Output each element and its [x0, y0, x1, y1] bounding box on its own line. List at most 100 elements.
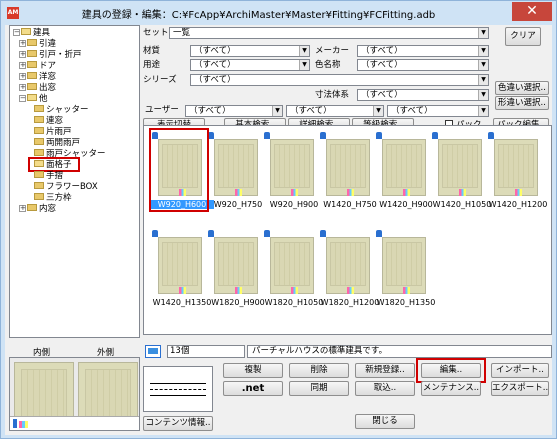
- item-thumbnail: [214, 237, 258, 294]
- folder-icon: [27, 39, 37, 46]
- import-button[interactable]: インポート..: [491, 363, 549, 378]
- preview-footer: [10, 416, 139, 430]
- tree-node[interactable]: + ドア: [19, 61, 56, 72]
- close-window-button[interactable]: ✕: [512, 2, 552, 21]
- new-register-button[interactable]: 新規登録..: [355, 363, 415, 378]
- user-combo-1[interactable]: （すべて） ▼: [185, 105, 283, 117]
- item-thumbnail: [382, 237, 426, 294]
- pin-icon: [488, 132, 494, 139]
- tree-node[interactable]: + 洋窓: [19, 72, 56, 83]
- copy-button[interactable]: 複製: [223, 363, 283, 378]
- tree-node[interactable]: 両開雨戸: [34, 138, 80, 149]
- category-tree: − 建具 + 引違 + 引戸・折戸 + ドア + 洋窓 + 出窓 − 他 シャッター 連窓 片…: [9, 25, 140, 338]
- user-label: ユーザー: [145, 105, 179, 115]
- title-bar: AM 建具の登録・編集：C:¥FcApp¥ArchiMaster¥Master¥…: [1, 1, 556, 25]
- user-combo-3[interactable]: （すべて） ▼: [387, 105, 489, 117]
- chevron-down-icon: ▼: [299, 60, 309, 70]
- folder-icon: [27, 204, 37, 211]
- color-swatch-icon: [235, 189, 242, 196]
- collapse-icon[interactable]: −: [19, 95, 26, 102]
- chevron-down-icon: ▼: [478, 106, 488, 116]
- grid-item[interactable]: W1420_H750: [318, 130, 377, 212]
- grid-item[interactable]: W920_H750: [206, 130, 264, 212]
- tree-node[interactable]: 連窓: [34, 116, 63, 127]
- material-combo[interactable]: （すべて） ▼: [190, 45, 310, 57]
- dimsys-label: 寸法体系: [315, 90, 350, 100]
- highlight-box: [416, 358, 486, 383]
- highlight-box: [28, 157, 80, 172]
- net-button[interactable]: .net: [223, 381, 283, 396]
- grid-item[interactable]: W1420_H900: [374, 130, 433, 212]
- grid-item[interactable]: W1420_H1200: [486, 130, 547, 212]
- color-swatch-icon: [179, 287, 186, 294]
- collapse-icon[interactable]: −: [13, 29, 20, 36]
- tree-node[interactable]: − 他: [19, 94, 48, 105]
- expand-icon[interactable]: +: [19, 205, 26, 212]
- color-swatch-icon: [459, 189, 466, 196]
- monitor-icon[interactable]: [145, 345, 161, 358]
- item-count: 13個: [167, 345, 245, 358]
- clear-button[interactable]: クリア: [505, 27, 541, 46]
- maker-combo[interactable]: （すべて） ▼: [357, 45, 489, 57]
- color-swatch-icon: [347, 189, 354, 196]
- item-thumbnail: [214, 139, 258, 196]
- chevron-down-icon: ▼: [478, 46, 488, 56]
- chevron-down-icon: ▼: [478, 60, 488, 70]
- tree-node[interactable]: + 引違: [19, 39, 56, 50]
- color-label: 色名称: [315, 60, 341, 70]
- tree-node[interactable]: + 出窓: [19, 83, 56, 94]
- color-combo[interactable]: （すべて） ▼: [357, 59, 489, 71]
- grid-item[interactable]: W1820_H900: [206, 228, 265, 310]
- export-button[interactable]: エクスポート..: [491, 381, 549, 396]
- folder-icon: [34, 116, 44, 123]
- content-info-button[interactable]: コンテンツ情報..: [143, 416, 213, 431]
- delete-button[interactable]: 削除: [289, 363, 349, 378]
- folder-icon: [34, 171, 44, 178]
- tree-node[interactable]: 片雨戸: [34, 127, 72, 138]
- shape-variant-button[interactable]: 形違い選択..: [495, 96, 549, 110]
- tree-node[interactable]: + 内窓: [19, 204, 56, 215]
- expand-icon[interactable]: +: [19, 51, 26, 58]
- tree-node[interactable]: + 引戸・折戸: [19, 50, 82, 61]
- grid-item[interactable]: W1820_H1050: [262, 228, 323, 310]
- color-swatch-icon: [291, 287, 298, 294]
- chevron-down-icon: ▼: [272, 106, 282, 116]
- item-caption: W1820_H900: [211, 298, 265, 307]
- color-swatch-icon: [403, 287, 410, 294]
- grid-item[interactable]: W1820_H1350: [374, 228, 435, 310]
- dimsys-combo[interactable]: （すべて） ▼: [357, 89, 489, 101]
- expand-icon[interactable]: +: [19, 73, 26, 80]
- tree-node[interactable]: 手摺: [34, 171, 63, 182]
- client-area: − 建具 + 引違 + 引戸・折戸 + ドア + 洋窓 + 出窓 − 他 シャッター 連窓 片…: [5, 25, 552, 435]
- folder-icon: [27, 94, 37, 101]
- expand-icon[interactable]: +: [19, 40, 26, 47]
- fetch-button[interactable]: 取込..: [355, 381, 415, 396]
- pin-icon: [376, 132, 382, 139]
- set-combo[interactable]: 一覧 ▼: [169, 27, 489, 39]
- window-title: 建具の登録・編集：C:¥FcApp¥ArchiMaster¥Master¥Fit…: [81, 10, 436, 21]
- folder-icon: [34, 105, 44, 112]
- grid-item[interactable]: W1420_H1350: [150, 228, 211, 310]
- tree-node[interactable]: シャッター: [34, 105, 89, 116]
- expand-icon[interactable]: +: [19, 84, 26, 91]
- use-combo[interactable]: （すべて） ▼: [190, 59, 310, 71]
- item-caption: W1820_H1350: [376, 298, 436, 307]
- tree-node[interactable]: 三方枠: [34, 193, 72, 204]
- grid-item[interactable]: W1820_H1200: [318, 228, 379, 310]
- main-window: AM 建具の登録・編集：C:¥FcApp¥ArchiMaster¥Master¥…: [0, 0, 557, 439]
- grid-item[interactable]: W1420_H1050: [430, 130, 491, 212]
- chevron-down-icon: ▼: [478, 28, 488, 38]
- color-swatch-icon: [347, 287, 354, 294]
- maintenance-button[interactable]: メンテナンス..: [421, 381, 481, 396]
- tree-node-root[interactable]: − 建具: [13, 28, 50, 39]
- expand-icon[interactable]: +: [19, 62, 26, 69]
- close-button[interactable]: 閉じる: [355, 414, 415, 429]
- user-combo-2[interactable]: （すべて） ▼: [286, 105, 384, 117]
- grid-item[interactable]: W920_H900: [262, 130, 320, 212]
- sync-button[interactable]: 同期: [289, 381, 349, 396]
- color-variant-button[interactable]: 色違い選択..: [495, 81, 549, 95]
- set-label: セット: [143, 28, 169, 38]
- tree-node[interactable]: フラワーBOX: [34, 182, 98, 193]
- series-combo[interactable]: （すべて） ▼: [190, 74, 489, 86]
- folder-icon: [34, 182, 44, 189]
